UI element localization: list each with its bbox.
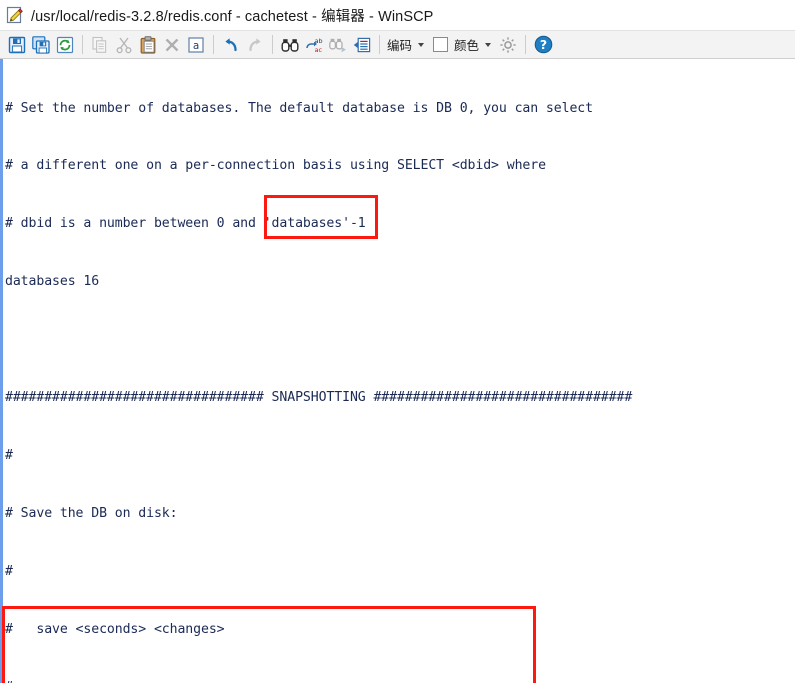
copy-icon[interactable] — [88, 33, 112, 57]
select-all-icon[interactable]: a — [184, 33, 208, 57]
replace-icon[interactable]: ab ac — [302, 33, 326, 57]
color-swatch[interactable] — [433, 37, 449, 52]
window-title: /usr/local/redis-3.2.8/redis.conf - cach… — [31, 8, 434, 25]
find-icon[interactable] — [278, 33, 302, 57]
gear-icon[interactable] — [496, 33, 520, 57]
save-icon[interactable] — [5, 33, 29, 57]
color-chevron-down-icon[interactable] — [485, 42, 492, 47]
window-title-bar: /usr/local/redis-3.2.8/redis.conf - cach… — [0, 0, 795, 30]
toolbar-separator — [379, 35, 380, 54]
find-next-icon[interactable] — [326, 33, 350, 57]
encoding-dropdown-label[interactable]: 编码 — [385, 35, 414, 54]
paste-icon[interactable] — [136, 33, 160, 57]
svg-text:ab: ab — [315, 37, 323, 45]
code-line-snapshotting: ################################# SNAPSH… — [5, 390, 633, 406]
code-line: databases 16 — [5, 274, 100, 290]
redo-icon[interactable] — [243, 33, 267, 57]
code-line: # — [5, 563, 13, 579]
code-line: # — [5, 678, 795, 683]
editor-content[interactable]: # Set the number of databases. The defau… — [5, 60, 795, 683]
code-line: # dbid is a number between 0 and 'databa… — [5, 216, 366, 232]
color-dropdown-label[interactable]: 颜色 — [452, 35, 481, 54]
reload-icon[interactable] — [53, 33, 77, 57]
code-line: # Save the DB on disk: — [5, 505, 178, 521]
editor-pencil-icon — [6, 6, 24, 24]
save-as-icon[interactable] — [29, 33, 53, 57]
svg-text:ac: ac — [315, 46, 323, 54]
go-to-line-icon[interactable] — [350, 33, 374, 57]
code-line: # Set the number of databases. The defau… — [5, 100, 593, 116]
cut-icon[interactable] — [112, 33, 136, 57]
encoding-chevron-down-icon[interactable] — [418, 42, 425, 47]
code-line: # save <seconds> <changes> — [5, 621, 225, 637]
toolbar-separator — [525, 35, 527, 54]
code-line: # — [5, 447, 13, 463]
code-line: # a different one on a per-connection ba… — [5, 158, 546, 174]
svg-text:a: a — [193, 40, 199, 52]
toolbar-separator — [272, 35, 273, 54]
text-editor-area[interactable]: # Set the number of databases. The defau… — [0, 59, 795, 683]
undo-icon[interactable] — [219, 33, 243, 57]
toolbar-separator — [213, 35, 214, 54]
editor-toolbar: a ab ac 编码 颜色 ? — [0, 30, 795, 59]
toolbar-separator — [82, 35, 83, 54]
editor-left-rail — [0, 59, 3, 683]
delete-icon[interactable] — [160, 33, 184, 57]
svg-text:?: ? — [539, 37, 546, 52]
help-icon[interactable]: ? — [531, 33, 555, 57]
